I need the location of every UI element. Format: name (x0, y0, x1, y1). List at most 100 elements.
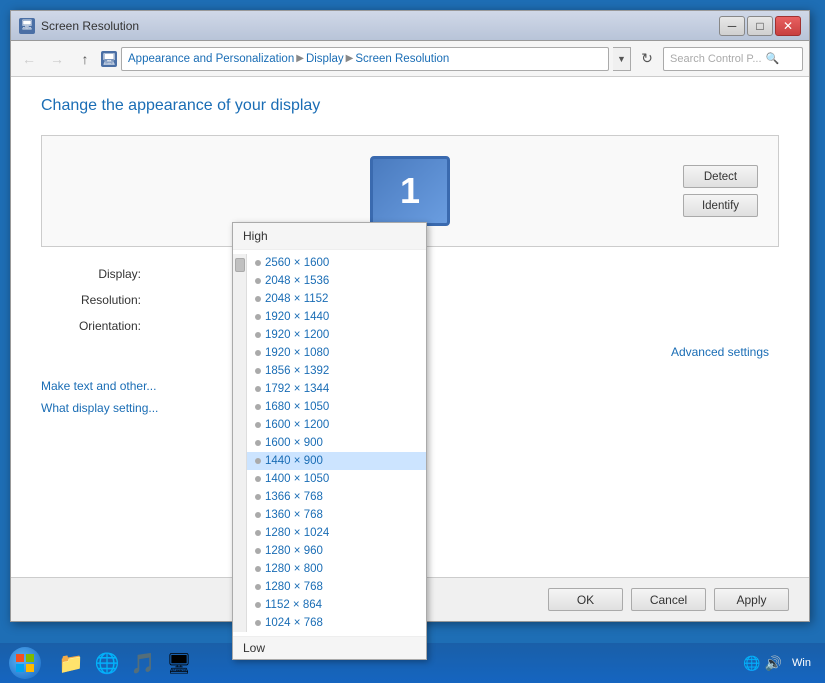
page-title: Change the appearance of your display (41, 97, 779, 115)
resolution-item-15[interactable]: 1280 × 1024 (247, 524, 426, 542)
resolution-label-7: 1792 × 1344 (265, 383, 329, 395)
clock[interactable]: Win (786, 655, 817, 671)
monitor-buttons: Detect Identify (683, 165, 758, 217)
resolution-dropdown: High 2560 × 1600 2048 × 1536 2048 × 1152 19… (232, 222, 427, 660)
taskbar-explorer-icon[interactable]: 📁 (54, 647, 88, 679)
tray-volume-icon[interactable]: 🔊 (765, 655, 782, 672)
address-bar: ← → ↑ 🖥 Appearance and Personalization ▶… (11, 41, 809, 77)
monitor-icon: 1 (370, 156, 450, 226)
resolution-item-20[interactable]: 1024 × 768 (247, 614, 426, 632)
resolution-item-9[interactable]: 1600 × 1200 (247, 416, 426, 434)
resolution-label-16: 1280 × 960 (265, 545, 323, 557)
resolution-label-3: 1920 × 1440 (265, 311, 329, 323)
resolution-label-12: 1400 × 1050 (265, 473, 329, 485)
item-dot (255, 602, 261, 608)
taskbar-ie-icon[interactable]: 🌐 (90, 647, 124, 679)
item-dot (255, 458, 261, 464)
taskbar-pinned: 📁 🌐 🎵 🖥 (50, 643, 200, 683)
resolution-item-14[interactable]: 1360 × 768 (247, 506, 426, 524)
refresh-button[interactable]: ↻ (635, 47, 659, 71)
resolution-item-6[interactable]: 1856 × 1392 (247, 362, 426, 380)
up-button[interactable]: ↑ (73, 47, 97, 71)
dropdown-footer: Low (233, 636, 426, 659)
resolution-label-2: 2048 × 1152 (265, 293, 328, 305)
ok-button[interactable]: OK (548, 588, 623, 611)
resolution-item-8[interactable]: 1680 × 1050 (247, 398, 426, 416)
path-appearance[interactable]: Appearance and Personalization (128, 53, 294, 65)
resolution-label-5: 1920 × 1080 (265, 347, 329, 359)
detect-button[interactable]: Detect (683, 165, 758, 188)
resolution-label-1: 2048 × 1536 (265, 275, 329, 287)
tray-network-icon[interactable]: 🌐 (743, 655, 760, 672)
item-dot (255, 494, 261, 500)
back-button[interactable]: ← (17, 47, 41, 71)
orientation-label: Orientation: (41, 319, 141, 333)
resolution-label-6: 1856 × 1392 (265, 365, 329, 377)
tray-icons: 🌐 🔊 (743, 655, 782, 672)
resolution-label-4: 1920 × 1200 (265, 329, 329, 341)
resolution-item-3[interactable]: 1920 × 1440 (247, 308, 426, 326)
apply-button[interactable]: Apply (714, 588, 789, 611)
window-title: Screen Resolution (41, 19, 713, 33)
resolution-item-13[interactable]: 1366 × 768 (247, 488, 426, 506)
resolution-label-15: 1280 × 1024 (265, 527, 329, 539)
resolution-item-16[interactable]: 1280 × 960 (247, 542, 426, 560)
resolution-item-1[interactable]: 2048 × 1536 (247, 272, 426, 290)
taskbar-right: 🌐 🔊 Win (743, 655, 825, 672)
path-resolution[interactable]: Screen Resolution (355, 53, 449, 65)
advanced-settings-link[interactable]: Advanced settings (671, 345, 769, 359)
window-icon: 🖥 (19, 18, 35, 34)
minimize-button[interactable]: ─ (719, 16, 745, 36)
resolution-item-2[interactable]: 2048 × 1152 (247, 290, 426, 308)
make-text-link[interactable]: Make text and other... (41, 379, 156, 393)
resolution-label-10: 1600 × 900 (265, 437, 323, 449)
resolution-item-5[interactable]: 1920 × 1080 (247, 344, 426, 362)
cancel-button[interactable]: Cancel (631, 588, 706, 611)
resolution-item-18[interactable]: 1280 × 768 (247, 578, 426, 596)
forward-button[interactable]: → (45, 47, 69, 71)
dropdown-track: 2560 × 1600 2048 × 1536 2048 × 1152 1920 × … (233, 250, 426, 636)
item-dot (255, 620, 261, 626)
windows-logo-icon (16, 654, 34, 672)
path-sep-2: ▶ (346, 53, 354, 64)
dropdown-scrollbar[interactable] (233, 254, 247, 632)
path-display[interactable]: Display (306, 53, 344, 65)
close-button[interactable]: ✕ (775, 16, 801, 36)
taskbar-media-icon[interactable]: 🎵 (126, 647, 160, 679)
resolution-item-19[interactable]: 1152 × 864 (247, 596, 426, 614)
title-bar: 🖥 Screen Resolution ─ □ ✕ (11, 11, 809, 41)
scroll-thumb (235, 258, 245, 272)
item-dot (255, 260, 261, 266)
identify-button[interactable]: Identify (683, 194, 758, 217)
address-path[interactable]: Appearance and Personalization ▶ Display… (121, 47, 609, 71)
resolution-label-9: 1600 × 1200 (265, 419, 329, 431)
resolution-label-13: 1366 × 768 (265, 491, 323, 503)
search-icon: 🔍 (766, 52, 780, 65)
item-dot (255, 278, 261, 284)
item-dot (255, 404, 261, 410)
resolution-item-11[interactable]: 1440 × 900 (247, 452, 426, 470)
item-dot (255, 548, 261, 554)
taskbar-display-icon[interactable]: 🖥 (162, 647, 196, 679)
item-dot (255, 584, 261, 590)
item-dot (255, 368, 261, 374)
resolution-item-4[interactable]: 1920 × 1200 (247, 326, 426, 344)
start-orb[interactable] (9, 647, 41, 679)
win-label: Win (792, 657, 811, 669)
search-box[interactable]: Search Control P... 🔍 (663, 47, 803, 71)
restore-button[interactable]: □ (747, 16, 773, 36)
dropdown-header: High (233, 223, 426, 250)
item-dot (255, 296, 261, 302)
item-dot (255, 422, 261, 428)
resolution-item-12[interactable]: 1400 × 1050 (247, 470, 426, 488)
address-dropdown[interactable]: ▼ (613, 47, 631, 71)
resolution-item-17[interactable]: 1280 × 800 (247, 560, 426, 578)
resolution-label-8: 1680 × 1050 (265, 401, 329, 413)
resolution-item-0[interactable]: 2560 × 1600 (247, 254, 426, 272)
title-buttons: ─ □ ✕ (719, 16, 801, 36)
start-button[interactable] (0, 643, 50, 683)
what-display-link[interactable]: What display setting... (41, 401, 158, 415)
resolution-item-7[interactable]: 1792 × 1344 (247, 380, 426, 398)
resolution-label-0: 2560 × 1600 (265, 257, 329, 269)
resolution-item-10[interactable]: 1600 × 900 (247, 434, 426, 452)
